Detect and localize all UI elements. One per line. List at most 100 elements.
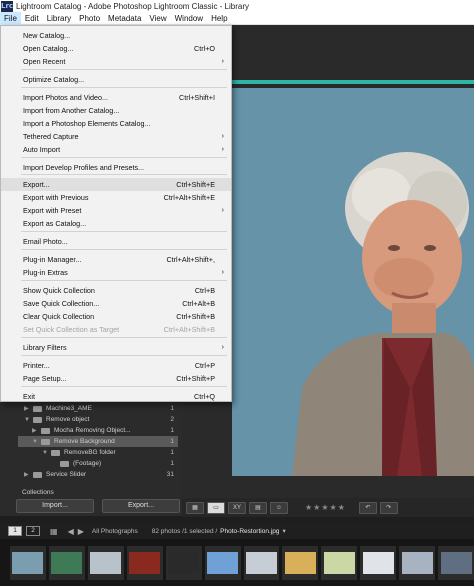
menu-item-label: Export as Catalog... bbox=[23, 219, 87, 228]
filmstrip-thumbnail[interactable] bbox=[165, 545, 202, 580]
filmstrip-thumbnail[interactable] bbox=[10, 545, 46, 580]
thumbnail-image bbox=[90, 551, 122, 574]
file-menu-item[interactable]: Plug-in Extras › bbox=[1, 266, 231, 279]
menu-help[interactable]: Help bbox=[207, 12, 231, 25]
window-2-button[interactable]: 2 bbox=[26, 526, 40, 536]
rotate-right-icon[interactable]: ↷ bbox=[379, 501, 398, 514]
compare-view-icon[interactable]: XY bbox=[228, 501, 246, 514]
file-menu-item[interactable]: Show Quick Collection Ctrl+B bbox=[1, 284, 231, 297]
file-menu-item[interactable]: Auto Import › bbox=[1, 143, 231, 156]
filmstrip-thumbnail[interactable] bbox=[243, 545, 280, 580]
folder-row[interactable]: ▶ Machine3_AME 1 bbox=[18, 403, 178, 414]
filmstrip-thumbnail[interactable] bbox=[360, 545, 397, 580]
menu-item-shortcut: Ctrl+Shift+I bbox=[179, 93, 215, 102]
menu-separator bbox=[21, 87, 227, 88]
collections-header[interactable]: Collections bbox=[22, 489, 54, 496]
source-label[interactable]: All Photographs bbox=[92, 528, 138, 535]
rating-stars[interactable]: ★★★★★ bbox=[305, 503, 346, 512]
back-arrow-icon[interactable]: ◀ bbox=[68, 527, 74, 536]
file-menu-item[interactable]: Open Recent › bbox=[1, 55, 231, 68]
menu-item-label: Save Quick Collection... bbox=[23, 299, 100, 308]
menu-file[interactable]: File bbox=[0, 11, 21, 25]
file-menu-item[interactable]: Save Quick Collection... Ctrl+Alt+B bbox=[1, 297, 231, 310]
filmstrip bbox=[0, 539, 474, 586]
restored-photo[interactable] bbox=[232, 88, 474, 476]
triangle-right-icon[interactable]: ▶ bbox=[24, 405, 30, 412]
file-menu-item[interactable]: Library Filters › bbox=[1, 341, 231, 354]
menu-item-label: Import from Another Catalog... bbox=[23, 106, 120, 115]
menu-bar: File Edit Library Photo Metadata View Wi… bbox=[0, 11, 474, 25]
export-button[interactable]: Export... bbox=[102, 499, 180, 513]
chevron-down-icon[interactable]: ▾ bbox=[282, 527, 285, 535]
thumbnail-image bbox=[440, 551, 472, 574]
file-menu-item[interactable]: Import from Another Catalog... bbox=[1, 104, 231, 117]
file-menu-item[interactable]: Plug-in Manager... Ctrl+Alt+Shift+, bbox=[1, 253, 231, 266]
menu-item-label: Export with Preset bbox=[23, 206, 82, 215]
file-menu-item[interactable]: Printer... Ctrl+P bbox=[1, 359, 231, 372]
menu-view[interactable]: View bbox=[145, 12, 170, 25]
menu-item-shortcut: Ctrl+Shift+P bbox=[176, 374, 215, 383]
menu-metadata[interactable]: Metadata bbox=[104, 12, 145, 25]
menu-photo[interactable]: Photo bbox=[75, 12, 104, 25]
file-menu-item[interactable]: Page Setup... Ctrl+Shift+P bbox=[1, 372, 231, 385]
forward-arrow-icon[interactable]: ▶ bbox=[78, 527, 84, 536]
folder-row[interactable]: ▼ RemoveBG folder 1 bbox=[18, 447, 178, 458]
file-menu-item[interactable]: Email Photo... bbox=[1, 235, 231, 248]
file-menu-item[interactable]: Clear Quick Collection Ctrl+Shift+B bbox=[1, 310, 231, 323]
survey-view-icon[interactable]: ▤ bbox=[249, 501, 267, 514]
menu-library[interactable]: Library bbox=[43, 12, 75, 25]
file-menu-item[interactable]: Import a Photoshop Elements Catalog... bbox=[1, 117, 231, 130]
rotate-left-icon[interactable]: ↶ bbox=[358, 501, 377, 514]
menu-item-shortcut: Ctrl+Shift+E bbox=[176, 180, 215, 189]
selected-filename[interactable]: Photo-Restortion.jpg bbox=[220, 528, 279, 535]
triangle-right-icon[interactable]: ▶ bbox=[32, 427, 38, 434]
folder-row-selected[interactable]: ▼ Remove Background 1 bbox=[18, 436, 178, 447]
thumbnail-image bbox=[284, 551, 316, 574]
file-menu-item[interactable]: Optimize Catalog... bbox=[1, 73, 231, 86]
file-menu-item[interactable]: Export with Previous Ctrl+Alt+Shift+E bbox=[1, 191, 231, 204]
folder-row[interactable]: ▶ Service Slider 31 bbox=[18, 469, 178, 480]
filmstrip-thumbnail[interactable] bbox=[204, 545, 241, 580]
triangle-down-icon[interactable]: ▼ bbox=[32, 439, 38, 445]
filmstrip-thumbnail[interactable] bbox=[126, 545, 163, 580]
menu-separator bbox=[21, 69, 227, 70]
loupe-view-icon[interactable]: ▭ bbox=[207, 501, 225, 514]
file-menu-item[interactable]: Export with Preset › bbox=[1, 204, 231, 217]
file-menu-item[interactable]: Exit Ctrl+Q bbox=[1, 390, 231, 403]
file-menu-dropdown: New Catalog... Open Catalog... Ctrl+O Open … bbox=[0, 25, 232, 402]
folder-row[interactable]: ▶ Mocha Removing Object... 1 bbox=[18, 425, 178, 436]
filmstrip-thumbnail[interactable] bbox=[87, 545, 124, 580]
triangle-down-icon[interactable]: ▼ bbox=[42, 450, 48, 456]
file-menu-item[interactable]: New Catalog... bbox=[1, 29, 231, 42]
filmstrip-thumbnail[interactable] bbox=[438, 545, 474, 580]
filmstrip-thumbnail[interactable] bbox=[48, 545, 85, 580]
filmstrip-thumbnail[interactable] bbox=[321, 545, 358, 580]
folder-label: Remove Background bbox=[54, 438, 115, 445]
grid-view-icon[interactable]: ▦ bbox=[186, 501, 204, 514]
window-title: Lightroom Catalog - Adobe Photoshop Ligh… bbox=[16, 1, 250, 11]
menu-edit[interactable]: Edit bbox=[21, 12, 43, 25]
file-menu-item: Set Quick Collection as Target Ctrl+Alt+S… bbox=[1, 323, 231, 336]
thumbnail-image bbox=[129, 551, 161, 574]
grid-icon[interactable]: ▦ bbox=[50, 527, 58, 536]
menu-item-label: Plug-in Extras bbox=[23, 268, 68, 277]
filmstrip-thumbnail[interactable] bbox=[399, 545, 436, 580]
triangle-right-icon[interactable]: ▶ bbox=[24, 471, 30, 478]
portrait-image bbox=[232, 88, 474, 476]
thumbnail-image bbox=[207, 551, 239, 574]
folder-row[interactable]: ▼ Remove object 2 bbox=[18, 414, 178, 425]
import-button[interactable]: Import... bbox=[16, 499, 94, 513]
file-menu-item[interactable]: Open Catalog... Ctrl+O bbox=[1, 42, 231, 55]
menu-item-label: Page Setup... bbox=[23, 374, 67, 383]
filmstrip-thumbnail[interactable] bbox=[282, 545, 319, 580]
file-menu-item[interactable]: Export as Catalog... bbox=[1, 217, 231, 230]
folder-row[interactable]: (Footage) 1 bbox=[18, 458, 178, 469]
file-menu-item[interactable]: Tethered Capture › bbox=[1, 130, 231, 143]
menu-window[interactable]: Window bbox=[171, 12, 207, 25]
people-view-icon[interactable]: ☺ bbox=[270, 501, 288, 514]
file-menu-item[interactable]: Import Photos and Video... Ctrl+Shift+I bbox=[1, 91, 231, 104]
window-1-button[interactable]: 1 bbox=[8, 526, 22, 536]
file-menu-item[interactable]: Import Develop Profiles and Presets... bbox=[1, 161, 231, 174]
file-menu-item[interactable]: Export... Ctrl+Shift+E bbox=[1, 178, 231, 191]
triangle-down-icon[interactable]: ▼ bbox=[24, 417, 30, 423]
